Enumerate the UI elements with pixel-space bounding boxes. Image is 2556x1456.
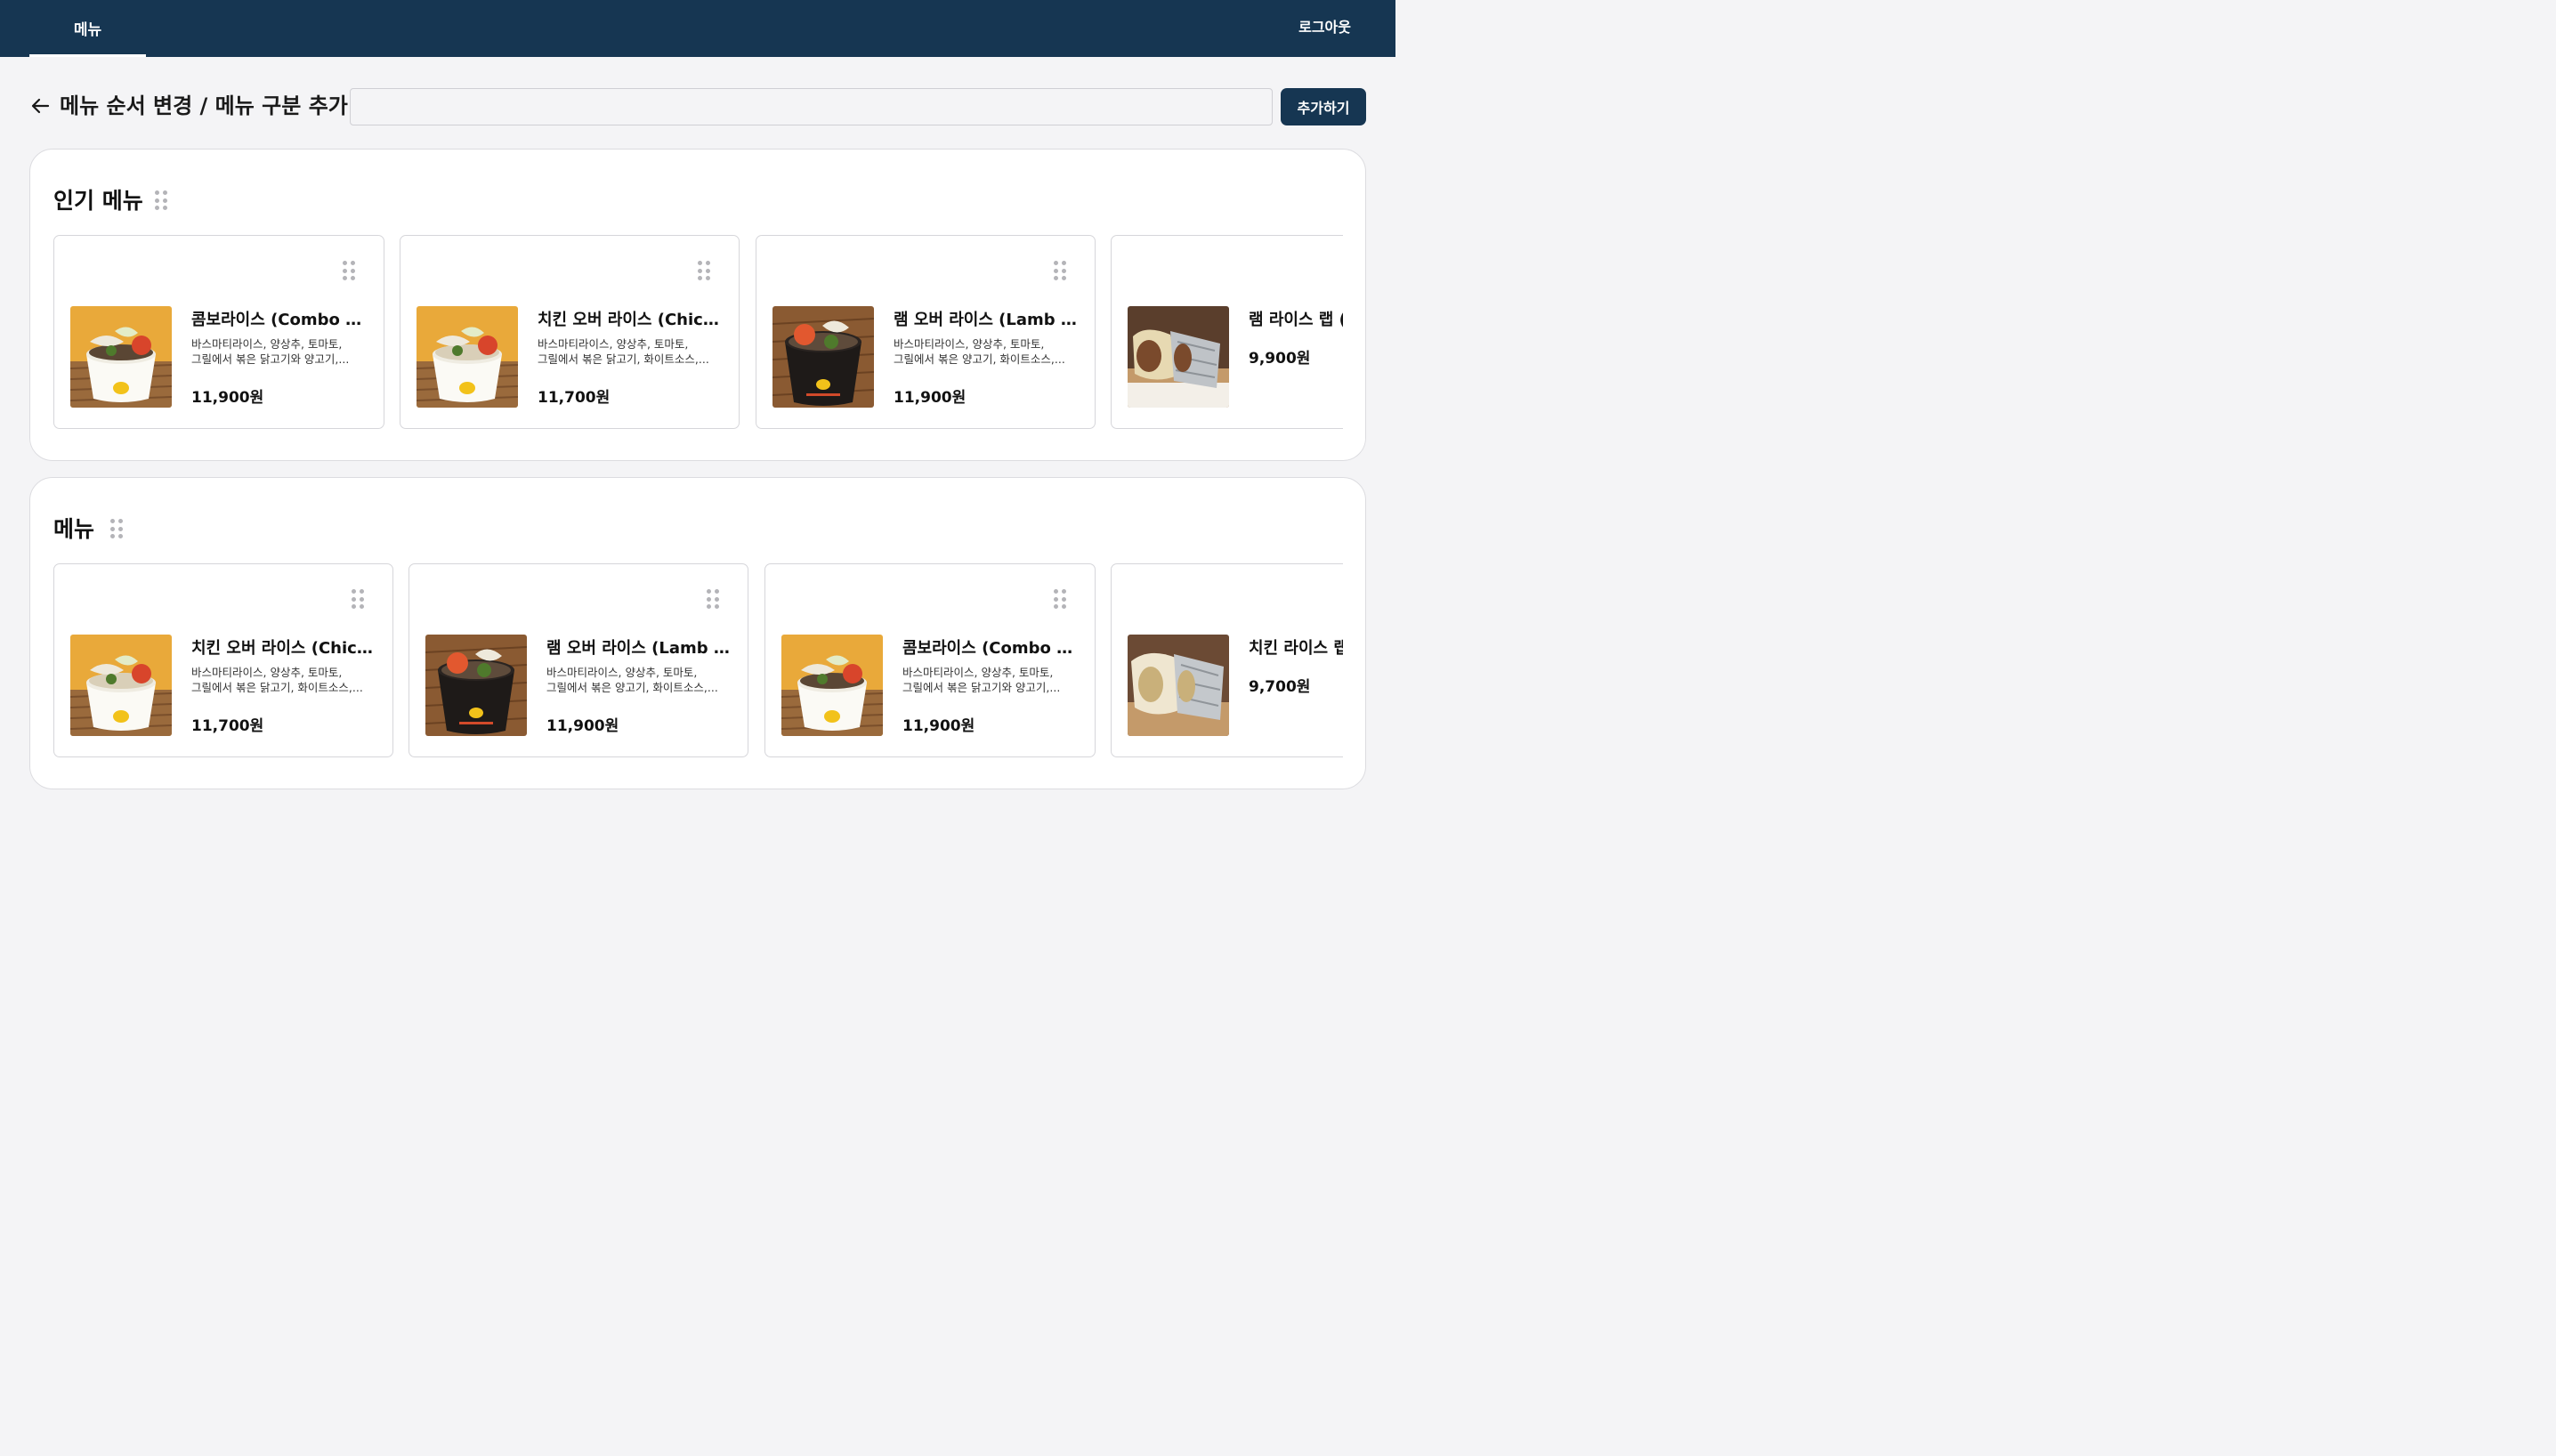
menu-name: 치킨 라이스 랩 (1249, 639, 1343, 658)
menu-name: 램 오버 라이스 (Lamb Ov... (894, 311, 1080, 329)
menu-description-line: 바스마티라이스, 양상추, 토마토, (538, 337, 689, 351)
menu-card[interactable]: 램 오버 라이스 (Lamb Ov... 바스마티라이스, 양상추, 토마토, … (408, 563, 748, 757)
menu-section-main: 메뉴 치킨 오버 라이스 (Chicke... 바스마티라이스, 양상추, 토마… (29, 477, 1366, 789)
menu-card[interactable]: 콤보라이스 (Combo Rice) 바스마티라이스, 양상추, 토마토, 그릴… (53, 235, 384, 429)
menu-description-line: 그릴에서 볶은 닭고기, 화이트소스,... (191, 681, 363, 694)
menu-description-line: 바스마티라이스, 양상추, 토마토, (191, 337, 343, 351)
section-drag-handle-icon[interactable] (110, 519, 123, 538)
menu-image (772, 306, 874, 408)
menu-name: 콤보라이스 (Combo Rice) (902, 639, 1080, 658)
card-drag-handle-icon[interactable] (352, 589, 364, 609)
card-drag-handle-icon[interactable] (1054, 589, 1066, 609)
tab-menu[interactable]: 메뉴 (29, 0, 146, 57)
card-drag-handle-icon[interactable] (343, 261, 355, 280)
menu-image (70, 306, 172, 408)
menu-image (425, 635, 527, 736)
menu-price: 11,700원 (538, 389, 611, 407)
menu-card[interactable]: 램 라이스 랩 (L 9,900원 (1111, 235, 1343, 429)
menu-description: 바스마티라이스, 양상추, 토마토, 그릴에서 볶은 닭고기, 화이트소스,..… (538, 336, 724, 367)
category-name-input[interactable] (350, 88, 1273, 125)
menu-card[interactable]: 치킨 라이스 랩 9,700원 (1111, 563, 1343, 757)
menu-price: 11,900원 (902, 717, 975, 735)
back-arrow-icon[interactable] (29, 95, 51, 117)
page-header: 메뉴 순서 변경 / 메뉴 구분 추가 추가하기 (29, 87, 1366, 126)
menu-price: 11,700원 (191, 717, 264, 735)
menu-description-line: 바스마티라이스, 양상추, 토마토, (902, 666, 1054, 679)
add-category-button[interactable]: 추가하기 (1281, 88, 1366, 125)
menu-price: 11,900원 (191, 389, 264, 407)
menu-description: 바스마티라이스, 양상추, 토마토, 그릴에서 볶은 닭고기, 화이트소스,..… (191, 665, 378, 695)
menu-card[interactable]: 치킨 오버 라이스 (Chicke... 바스마티라이스, 양상추, 토마토, … (53, 563, 393, 757)
menu-name: 치킨 오버 라이스 (Chicke... (191, 639, 378, 658)
menu-image (1128, 635, 1229, 736)
menu-card[interactable]: 램 오버 라이스 (Lamb Ov... 바스마티라이스, 양상추, 토마토, … (756, 235, 1096, 429)
menu-description-line: 그릴에서 볶은 닭고기와 양고기,... (902, 681, 1061, 694)
menu-description-line: 그릴에서 볶은 닭고기와 양고기,... (191, 352, 350, 366)
menu-description-line: 바스마티라이스, 양상추, 토마토, (546, 666, 698, 679)
menu-image (417, 306, 518, 408)
page-title: 메뉴 순서 변경 / 메뉴 구분 추가 (60, 93, 348, 118)
top-navbar: 메뉴 로그아웃 (0, 0, 1395, 57)
menu-card[interactable]: 콤보라이스 (Combo Rice) 바스마티라이스, 양상추, 토마토, 그릴… (764, 563, 1096, 757)
menu-price: 9,700원 (1249, 678, 1311, 696)
menu-description-line: 그릴에서 볶은 양고기, 화이트소스,... (894, 352, 1065, 366)
menu-description-line: 그릴에서 볶은 닭고기, 화이트소스,... (538, 352, 709, 366)
logout-button[interactable]: 로그아웃 (1298, 0, 1351, 57)
card-row: 콤보라이스 (Combo Rice) 바스마티라이스, 양상추, 토마토, 그릴… (53, 235, 1343, 431)
card-drag-handle-icon[interactable] (1054, 261, 1066, 280)
menu-card[interactable]: 치킨 오버 라이스 (Chicke... 바스마티라이스, 양상추, 토마토, … (400, 235, 740, 429)
menu-description: 바스마티라이스, 양상추, 토마토, 그릴에서 볶은 양고기, 화이트소스,..… (894, 336, 1080, 367)
menu-description-line: 바스마티라이스, 양상추, 토마토, (894, 337, 1045, 351)
menu-name: 램 오버 라이스 (Lamb Ov... (546, 639, 733, 658)
menu-image (781, 635, 883, 736)
menu-description: 바스마티라이스, 양상추, 토마토, 그릴에서 볶은 닭고기와 양고기,... (902, 665, 1080, 695)
card-drag-handle-icon[interactable] (698, 261, 710, 280)
menu-image (1128, 306, 1229, 408)
menu-name: 콤보라이스 (Combo Rice) (191, 311, 369, 329)
menu-section-popular: 인기 메뉴 콤보라이스 (Combo Rice (29, 149, 1366, 461)
menu-price: 11,900원 (546, 717, 619, 735)
section-drag-handle-icon[interactable] (155, 190, 167, 210)
menu-description-line: 그릴에서 볶은 양고기, 화이트소스,... (546, 681, 718, 694)
menu-price: 9,900원 (1249, 350, 1311, 368)
menu-image (70, 635, 172, 736)
menu-description: 바스마티라이스, 양상추, 토마토, 그릴에서 볶은 양고기, 화이트소스,..… (546, 665, 733, 695)
card-row: 치킨 오버 라이스 (Chicke... 바스마티라이스, 양상추, 토마토, … (53, 563, 1343, 759)
section-title: 메뉴 (53, 516, 95, 542)
card-drag-handle-icon[interactable] (707, 589, 719, 609)
menu-description: 바스마티라이스, 양상추, 토마토, 그릴에서 볶은 닭고기와 양고기,... (191, 336, 369, 367)
menu-name: 치킨 오버 라이스 (Chicke... (538, 311, 724, 329)
menu-description-line: 바스마티라이스, 양상추, 토마토, (191, 666, 343, 679)
section-title: 인기 메뉴 (53, 188, 143, 214)
menu-price: 11,900원 (894, 389, 967, 407)
menu-name: 램 라이스 랩 (L (1249, 311, 1343, 329)
